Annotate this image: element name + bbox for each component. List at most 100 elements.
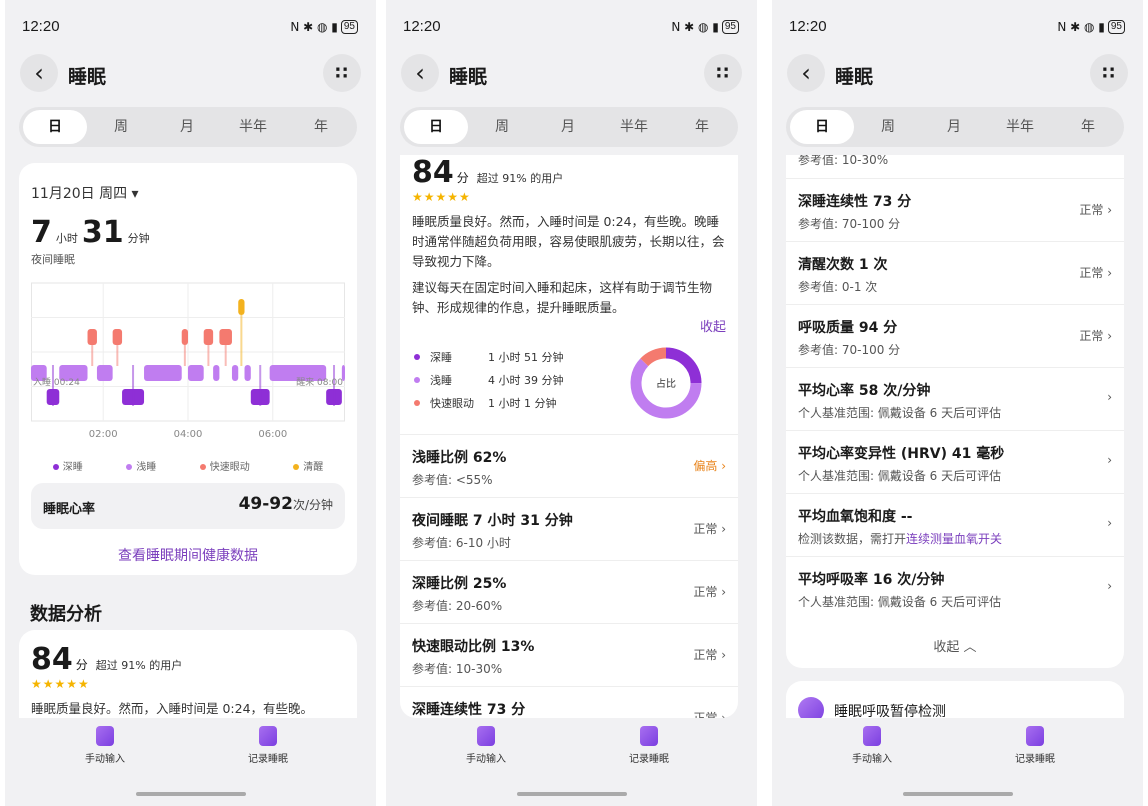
home-indicator[interactable] [902,792,1013,796]
stage-segment [96,365,113,381]
stage-connector [116,345,119,366]
metric-title: 深睡连续性 73 分 [412,702,526,718]
legend-item: 清醒 [293,458,323,473]
tab-half-year[interactable]: 半年 [602,110,666,144]
record-sleep-label: 记录睡眠 [629,754,669,765]
phone-screen-2: 12:20 N ✱ ◍ ▮ 95 ‹ 睡眠 ∷ 日 周 月 半年 年 84 分超过… [386,0,757,806]
star-rating: ★★★★★ [31,677,90,691]
back-button[interactable]: ‹ [20,54,58,92]
metric-row[interactable]: 浅睡比例 62% 参考值: <55% 偏高 › [400,434,738,497]
stage-segment [219,329,232,345]
more-button[interactable]: ∷ [1090,54,1128,92]
stage-segment [112,329,123,345]
metric-status: 正常 › [1079,203,1112,217]
tab-year[interactable]: 年 [1056,110,1120,144]
bottom-bar: 手动输入 记录睡眠 [386,718,757,806]
rem-dot [414,399,420,406]
metric-row[interactable]: 快速眼动比例 13% 参考值: 10-30% 正常 › [400,623,738,686]
deep-dot [414,353,420,360]
bottom-bar: 手动输入 记录睡眠 [772,718,1143,806]
more-button[interactable]: ∷ [704,54,742,92]
metric-status: › [1107,390,1112,404]
tab-month[interactable]: 月 [922,110,986,144]
stage-connector [183,345,186,366]
metrics-card: 参考值: 10-30% 深睡连续性 73 分参考值: 70-100 分正常 › 清… [786,155,1124,668]
metric-status: › [1107,453,1112,467]
sleep-stage-chart[interactable]: 入睡 00:24 醒来 08:00 02:00 04:00 06:00 [31,281,345,443]
metric-row[interactable]: 深睡连续性 73 分参考值: 70-100 分正常 › [786,178,1124,241]
stage-segment [213,365,220,381]
period-tabs: 日 周 月 半年 年 [400,107,738,147]
x-tick-label: 04:00 [174,429,203,440]
more-button[interactable]: ∷ [323,54,361,92]
analysis-text: 睡眠质量良好。然而，入睡时间是 0:24，有些晚。晚睡时通常伴随超负荷用眼，容易… [412,214,725,269]
back-button[interactable]: ‹ [401,54,439,92]
record-sleep-label: 记录睡眠 [1015,754,1055,765]
metric-title: 呼吸质量 94 分 [798,320,898,336]
home-indicator[interactable] [135,792,246,796]
status-icons-text: N ✱ ◍ ▮ [290,20,338,34]
tab-day[interactable]: 日 [23,110,87,144]
stage-segment [203,329,214,345]
tab-week[interactable]: 周 [89,110,153,144]
legend-name: 浅睡 [430,373,452,387]
metric-row[interactable]: 清醒次数 1 次参考值: 0-1 次 正常 › [786,241,1124,304]
record-sleep-button[interactable]: 记录睡眠 [985,726,1085,765]
analysis-header: 84 分超过 91% 的用户 ★★★★★ 睡眠质量良好。然而，入睡时间是 0:24… [412,155,726,335]
back-button[interactable]: ‹ [787,54,825,92]
metric-row[interactable]: 平均呼吸率 16 次/分钟 个人基准范围: 佩戴设备 6 天后可评估 › [786,556,1124,619]
manual-input-button[interactable]: 手动输入 [436,726,536,765]
legend-label: 快速眼动 [209,462,250,473]
metric-row[interactable]: 平均血氧饱和度 -- 检测该数据，需打开连续测量血氧开关 › [786,493,1124,556]
tab-week[interactable]: 周 [856,110,920,144]
home-indicator[interactable] [516,792,627,796]
metric-row[interactable]: 夜间睡眠 7 小时 31 分钟 参考值: 6-10 小时 正常 › [400,497,738,560]
tab-day[interactable]: 日 [790,110,854,144]
metric-reference-text: 参考值: 0-1 次 [798,280,878,294]
tab-year[interactable]: 年 [670,110,734,144]
score-beat: 超过 91% 的用户 [476,172,564,185]
metric-row[interactable]: 深睡连续性 73 分参考值: 70-100 分正常 › [400,686,738,718]
metric-reference: 个人基准范围: 佩戴设备 6 天后可评估 [798,404,1001,421]
tab-month[interactable]: 月 [155,110,219,144]
duration-hours-unit: 小时 [55,232,78,245]
sleep-stage-svg: 入睡 00:24 醒来 08:00 02:00 04:00 06:00 [31,282,345,440]
duration-hours: 7 [31,215,52,250]
tab-month[interactable]: 月 [536,110,600,144]
tab-week[interactable]: 周 [470,110,534,144]
metric-status: 正常 › [1079,329,1112,343]
score-beat: 超过 91% 的用户 [95,659,183,672]
metric-status: › [1107,579,1112,593]
metric-status: 正常 › [693,522,726,536]
metric-title: 深睡连续性 73 分 [798,194,912,210]
tab-year[interactable]: 年 [289,110,353,144]
manual-input-button[interactable]: 手动输入 [822,726,922,765]
metric-row[interactable]: 呼吸质量 94 分参考值: 70-100 分 正常 › [786,304,1124,367]
period-tabs: 日 周 月 半年 年 [786,107,1124,147]
sleep-heart-rate-row[interactable]: 睡眠心率 49-92次/分钟 [31,483,345,529]
spo2-settings-link[interactable]: 连续测量血氧开关 [906,532,1002,546]
stage-connector [240,315,243,366]
tab-day[interactable]: 日 [404,110,468,144]
collapse-button[interactable]: 收起 ︿ [786,636,1124,655]
tab-half-year[interactable]: 半年 [988,110,1052,144]
stage-connector [259,365,262,406]
legend-value: 4 小时 39 分钟 [488,373,564,387]
metric-row[interactable]: 深睡比例 25% 参考值: 20-60% 正常 › [400,560,738,623]
view-health-data-link[interactable]: 查看睡眠期间健康数据 [19,545,357,565]
tab-half-year[interactable]: 半年 [221,110,285,144]
stage-connector [91,345,94,366]
metric-row[interactable]: 平均心率 58 次/分钟 个人基准范围: 佩戴设备 6 天后可评估 › [786,367,1124,430]
manual-input-button[interactable]: 手动输入 [55,726,155,765]
metric-row[interactable]: 平均心率变异性 (HRV) 41 毫秒 个人基准范围: 佩戴设备 6 天后可评估 › [786,430,1124,493]
chart-legend: 深睡 浅睡 快速眼动 清醒 [31,458,345,473]
record-sleep-button[interactable]: 记录睡眠 [218,726,318,765]
record-sleep-button[interactable]: 记录睡眠 [599,726,699,765]
date-selector[interactable]: 11月20日 周四 ▾ [31,183,139,203]
metric-reference-text: 个人基准范围: 佩戴设备 6 天后可评估 [798,406,1002,420]
page-title: 睡眠 [835,66,874,88]
legend-row-deep: 深睡 1 小时 51 分钟 [410,345,620,368]
battery-icon: 95 [721,20,739,34]
duration-minutes: 31 [81,215,124,250]
collapse-link[interactable]: 收起 [412,316,726,335]
